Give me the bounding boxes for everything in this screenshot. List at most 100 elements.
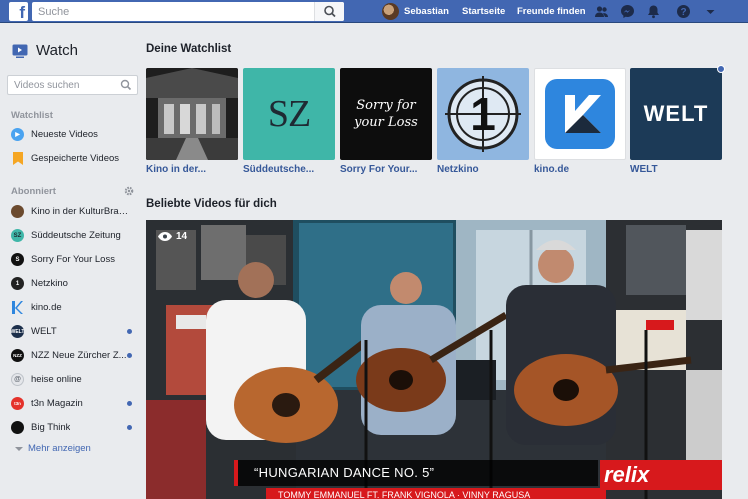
popular-videos-title: Beliebte Videos für dich bbox=[146, 198, 277, 210]
kino-de-logo bbox=[545, 79, 615, 149]
watch-icon bbox=[12, 44, 28, 58]
search-button[interactable] bbox=[314, 2, 344, 21]
new-content-dot bbox=[127, 401, 132, 406]
channel-thumbnail: SZ bbox=[243, 68, 335, 160]
watchlist-card[interactable]: Kino in der... bbox=[146, 68, 238, 175]
profile-link[interactable]: Sebastian bbox=[382, 3, 449, 20]
chevron-down-icon bbox=[15, 446, 23, 451]
global-search-input[interactable] bbox=[32, 2, 312, 21]
watchlist-card[interactable]: kino.de bbox=[534, 68, 626, 175]
sidebar-item-label: t3n Magazin bbox=[31, 398, 83, 409]
sorry-logo: Sorry for your Loss bbox=[354, 98, 418, 130]
video-frame bbox=[146, 220, 722, 499]
new-content-dot bbox=[127, 353, 132, 358]
video-title-overlay: “HUNGARIAN DANCE NO. 5” bbox=[234, 460, 598, 486]
new-content-dot bbox=[717, 65, 725, 73]
sidebar-item-label: Sorry For Your Loss bbox=[31, 254, 115, 265]
watch-main-content: Deine Watchlist Kino in der... SZ Süddeu… bbox=[146, 23, 748, 499]
subscribed-heading: Abonniert bbox=[11, 186, 56, 197]
channel-thumbnail bbox=[146, 68, 238, 160]
bookmark-icon bbox=[11, 152, 24, 165]
sidebar-item-label: Kino in der KulturBraue... bbox=[31, 206, 131, 217]
channel-avatar bbox=[11, 205, 24, 218]
channel-thumbnail: Sorry for your Loss bbox=[340, 68, 432, 160]
top-navigation-bar: f Sebastian Startseite Freunde finden ? bbox=[0, 0, 748, 23]
channel-avatar: NZZ bbox=[11, 349, 24, 362]
search-icon[interactable] bbox=[120, 79, 132, 91]
sidebar-item-netzkino[interactable]: 1 Netzkino bbox=[11, 274, 138, 293]
sidebar-item-big-think[interactable]: Big Think bbox=[11, 418, 138, 437]
sidebar-item-saved-videos[interactable]: Gespeicherte Videos bbox=[11, 149, 138, 168]
card-caption: Kino in der... bbox=[146, 164, 207, 175]
watchlist-card[interactable]: Sorry for your Loss Sorry For Your... bbox=[340, 68, 432, 175]
card-caption: kino.de bbox=[534, 164, 570, 175]
new-content-dot bbox=[127, 329, 132, 334]
user-name: Sebastian bbox=[404, 6, 449, 17]
video-player[interactable]: 14 “HUNGARIAN DANCE NO. 5” relix TOMMY E… bbox=[146, 220, 722, 499]
watchlist-card[interactable]: 1 Netzkino bbox=[437, 68, 529, 175]
channel-watermark: relix bbox=[600, 460, 722, 490]
sidebar-item-label: Neueste Videos bbox=[31, 129, 98, 140]
card-caption: Netzkino bbox=[437, 164, 479, 175]
sidebar-item-sueddeutsche-zeitung[interactable]: SZ Süddeutsche Zeitung bbox=[11, 226, 138, 245]
watch-sidebar: Watch Watchlist ▶ Neueste Videos Gespeic… bbox=[0, 23, 138, 499]
sidebar-item-heise-online[interactable]: @ heise online bbox=[11, 370, 138, 389]
sidebar-item-label: Netzkino bbox=[31, 278, 68, 289]
eye-icon bbox=[158, 232, 172, 241]
card-caption: Sorry For Your... bbox=[340, 164, 418, 175]
sidebar-item-label: WELT bbox=[31, 326, 57, 337]
sidebar-item-kino-de[interactable]: kino.de bbox=[11, 298, 138, 317]
page-title: Watch bbox=[36, 42, 78, 59]
sidebar-item-kino-kulturbrauerei[interactable]: Kino in der KulturBraue... bbox=[11, 202, 138, 221]
card-caption: Süddeutsche... bbox=[243, 164, 315, 175]
sidebar-item-nzz[interactable]: NZZ NZZ Neue Zürcher Z... bbox=[11, 346, 138, 365]
channel-avatar bbox=[11, 301, 24, 314]
sidebar-item-label: heise online bbox=[31, 374, 82, 385]
channel-avatar: S bbox=[11, 253, 24, 266]
sz-logo: SZ bbox=[267, 93, 311, 135]
friend-requests-icon[interactable] bbox=[594, 4, 609, 19]
sidebar-item-label: kino.de bbox=[31, 302, 62, 313]
channel-avatar: 1 bbox=[11, 277, 24, 290]
facebook-logo[interactable]: f bbox=[9, 2, 28, 21]
watch-header[interactable]: Watch bbox=[12, 42, 78, 59]
sidebar-item-sorry-for-your-loss[interactable]: S Sorry For Your Loss bbox=[11, 250, 138, 269]
home-link[interactable]: Startseite bbox=[462, 3, 505, 20]
play-icon: ▶ bbox=[11, 128, 24, 141]
view-count-value: 14 bbox=[176, 231, 188, 242]
sidebar-item-welt[interactable]: WELT WELT bbox=[11, 322, 138, 341]
view-count: 14 bbox=[158, 231, 187, 242]
video-search-input[interactable] bbox=[8, 76, 116, 94]
channel-thumbnail: 1 bbox=[437, 68, 529, 160]
svg-text:?: ? bbox=[680, 7, 686, 18]
sidebar-item-label: NZZ Neue Zürcher Z... bbox=[31, 350, 127, 361]
watchlist-card[interactable]: SZ Süddeutsche... bbox=[243, 68, 335, 175]
video-search-box bbox=[7, 75, 138, 95]
messenger-icon[interactable] bbox=[620, 4, 635, 19]
channel-avatar: t3n bbox=[11, 397, 24, 410]
avatar bbox=[382, 3, 399, 20]
find-friends-link[interactable]: Freunde finden bbox=[517, 3, 586, 20]
channel-thumbnail bbox=[534, 68, 626, 160]
new-content-dot bbox=[127, 425, 132, 430]
sidebar-item-label: Gespeicherte Videos bbox=[31, 153, 120, 164]
notifications-icon[interactable] bbox=[646, 4, 661, 19]
channel-avatar: SZ bbox=[11, 229, 24, 242]
sidebar-item-t3n[interactable]: t3n t3n Magazin bbox=[11, 394, 138, 413]
welt-logo: WELT bbox=[643, 101, 709, 126]
watchlist-section-title: Deine Watchlist bbox=[146, 43, 232, 55]
watchlist-card[interactable]: WELT WELT bbox=[630, 65, 725, 175]
netzkino-logo: 1 bbox=[470, 88, 496, 140]
account-menu-icon[interactable] bbox=[703, 4, 718, 19]
channel-avatar: WELT bbox=[11, 325, 24, 338]
channel-avatar: @ bbox=[11, 373, 24, 386]
help-icon[interactable]: ? bbox=[676, 4, 691, 19]
channel-avatar bbox=[11, 421, 24, 434]
global-search-box bbox=[32, 2, 344, 21]
sidebar-item-latest-videos[interactable]: ▶ Neueste Videos bbox=[11, 125, 138, 144]
show-more-link[interactable]: Mehr anzeigen bbox=[14, 443, 91, 454]
gear-icon[interactable] bbox=[124, 186, 134, 196]
video-subtitle-overlay: TOMMY EMMANUEL FT. FRANK VIGNOLA · VINNY… bbox=[266, 488, 606, 499]
sidebar-item-label: Big Think bbox=[31, 422, 71, 433]
card-caption: WELT bbox=[630, 164, 658, 175]
